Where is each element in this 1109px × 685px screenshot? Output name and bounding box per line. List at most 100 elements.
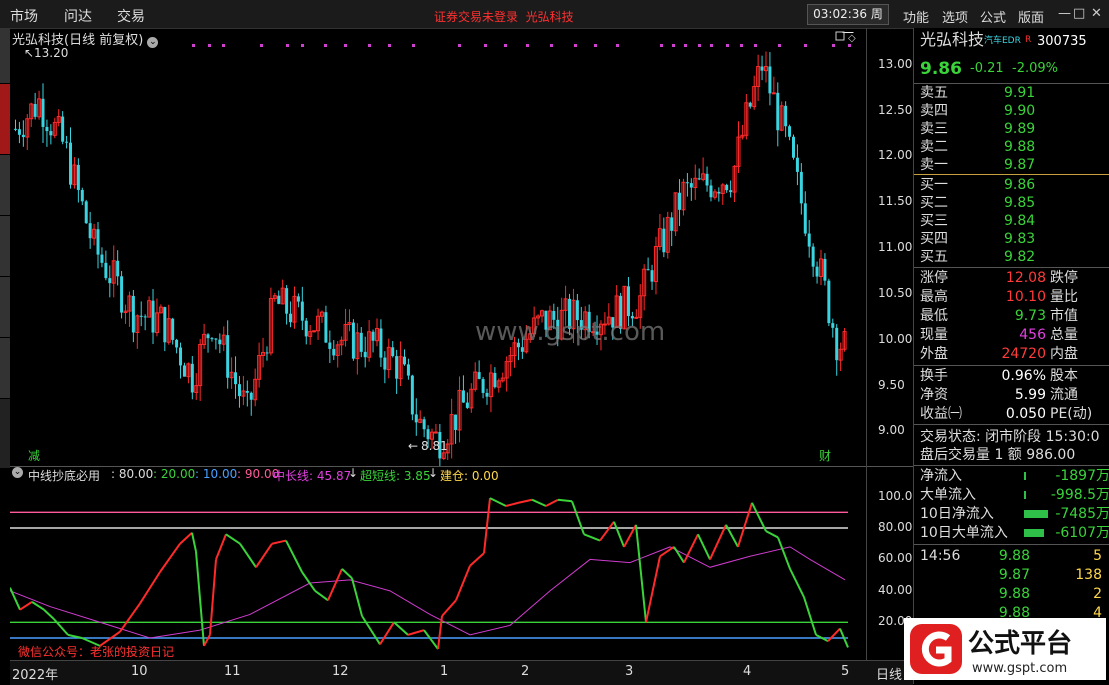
gspt-logo: 公式平台 www.gspt.com xyxy=(904,618,1106,680)
short-segment xyxy=(489,497,507,507)
kline-chart[interactable]: www.gspt.com ↖ 13.20 ← 8.81 减 财 ◇ xyxy=(10,28,865,468)
bid-level-label: 买三 xyxy=(920,213,948,229)
menu-trade[interactable]: 交易 xyxy=(117,6,145,26)
ask-price: 9.89 xyxy=(1004,121,1036,137)
candle xyxy=(33,104,37,117)
candle xyxy=(324,312,328,343)
candle xyxy=(100,254,104,263)
candle xyxy=(689,183,693,188)
date-label: 5 xyxy=(841,664,850,679)
expand-icon[interactable]: ◇ xyxy=(848,33,856,44)
date-label: 12 xyxy=(332,664,349,679)
tab-technical[interactable] xyxy=(0,84,10,155)
date-label: 1 xyxy=(440,664,449,679)
stat-label: 涨停 xyxy=(920,270,948,286)
stat-value: 12.08 xyxy=(1005,270,1046,286)
price-change-pct: -2.09% xyxy=(1012,61,1058,76)
tab-trading[interactable] xyxy=(0,338,10,399)
signal-dot xyxy=(594,44,597,47)
candle xyxy=(190,363,194,393)
ask-row: 卖四 9.90 xyxy=(920,102,1109,120)
tab-intraday[interactable] xyxy=(0,28,10,84)
sector-tag[interactable]: 汽车EDR xyxy=(984,32,1021,50)
signal-dot xyxy=(848,44,851,47)
chevron-down-icon[interactable]: ⌄ xyxy=(147,37,159,48)
short-segment xyxy=(255,543,273,568)
tick-volume: 5 xyxy=(1093,548,1102,564)
indicator-chart[interactable]: 微信公众号：老张的投资日记 xyxy=(10,484,865,660)
tab-basic-info[interactable] xyxy=(0,155,10,216)
flow-bar xyxy=(1024,510,1048,518)
menu-market[interactable]: 市场 xyxy=(10,6,38,26)
date-label: 10 xyxy=(131,664,148,679)
period-selector[interactable]: 日线 xyxy=(876,664,902,683)
menu-formula[interactable]: 公式 xyxy=(980,7,1006,26)
short-segment xyxy=(423,629,439,650)
minimize-button[interactable]: — xyxy=(1058,6,1071,21)
indicator-menu-icon[interactable]: ⌄ xyxy=(12,467,23,478)
divider xyxy=(914,424,1109,425)
flow-row: 净流入 -1897万 xyxy=(920,467,1109,485)
candle xyxy=(21,134,25,138)
short-segment xyxy=(179,531,193,545)
signal-dots xyxy=(192,44,851,47)
signal-dot xyxy=(324,44,327,47)
signal-dot xyxy=(388,44,391,47)
signal-dot xyxy=(832,44,835,47)
divider xyxy=(914,365,1109,366)
tick-price: 9.88 xyxy=(998,548,1030,564)
stat-label: 收益㈠ xyxy=(920,406,962,422)
indicator-name[interactable]: 中线抄底必用 xyxy=(28,467,100,484)
menu-function[interactable]: 功能 xyxy=(903,7,929,26)
candle xyxy=(371,331,375,341)
candle xyxy=(14,128,17,130)
param-10: : 10.00 xyxy=(195,467,238,481)
menu-options[interactable]: 选项 xyxy=(942,7,968,26)
candle xyxy=(143,316,147,318)
date-label: 3 xyxy=(625,664,634,679)
login-notice[interactable]: 证券交易未登录 光弘科技 xyxy=(434,8,574,25)
maximize-button[interactable]: □ xyxy=(1073,6,1085,21)
signal-dot xyxy=(550,44,553,47)
candle xyxy=(179,347,183,366)
tab-market[interactable] xyxy=(0,277,10,338)
ask-row: 卖三 9.89 xyxy=(920,120,1109,138)
chart-settings-icon[interactable] xyxy=(835,31,845,41)
short-segment xyxy=(455,565,471,601)
ask-price: 9.88 xyxy=(1004,139,1036,155)
last-price: 9.86 xyxy=(920,59,962,79)
candle xyxy=(795,157,799,172)
menu-layout[interactable]: 版面 xyxy=(1018,7,1044,26)
candle xyxy=(485,392,489,397)
logo-url: www.gspt.com xyxy=(972,661,1067,676)
short-segment xyxy=(341,568,353,580)
candle xyxy=(300,301,304,321)
candle xyxy=(131,295,135,333)
tick-row: 14:56 9.88 5 xyxy=(920,547,1109,565)
stat-label-right: 跌停 xyxy=(1050,270,1078,286)
short-segment xyxy=(803,596,817,636)
menu-wenda[interactable]: 问达 xyxy=(64,6,92,26)
tab-diagnosis[interactable] xyxy=(0,216,10,277)
candle xyxy=(807,233,811,247)
candle xyxy=(171,318,175,340)
short-segment xyxy=(19,601,33,611)
candle xyxy=(96,229,100,255)
price-tick: 10.00 xyxy=(878,331,913,346)
tick-volume: 138 xyxy=(1075,567,1102,583)
price-tick: 9.50 xyxy=(878,377,905,392)
signal-dot xyxy=(504,44,507,47)
short-segment xyxy=(483,498,491,554)
stat-row: 最高 10.10 量比 xyxy=(920,288,1109,306)
stat-row: 现量 456 总量 xyxy=(920,326,1109,344)
ask-level-label: 卖一 xyxy=(920,157,948,173)
stat-value: 10.10 xyxy=(1005,289,1046,305)
date-label: 11 xyxy=(224,664,241,679)
chart-title[interactable]: 光弘科技(日线 前复权) ⌄ xyxy=(12,29,159,48)
candle xyxy=(493,372,497,388)
bid-price: 9.86 xyxy=(1004,177,1036,193)
close-button[interactable]: ✕ xyxy=(1091,6,1102,21)
candle xyxy=(650,270,654,282)
price-change: -0.21 xyxy=(970,61,1004,76)
down-arrow-icon: ↓ xyxy=(348,466,359,480)
